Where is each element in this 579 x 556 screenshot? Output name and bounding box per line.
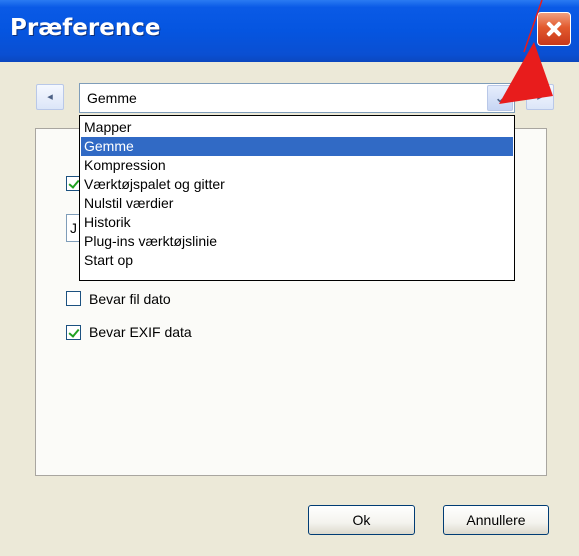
annotation-arrow bbox=[499, 0, 553, 104]
annotation-arrow-head bbox=[499, 42, 553, 104]
